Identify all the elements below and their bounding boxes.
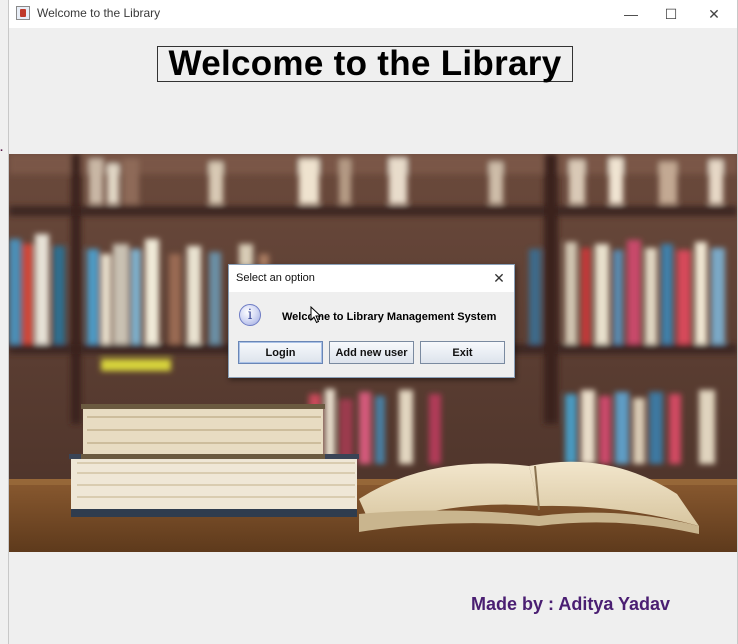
close-icon: ✕ — [708, 5, 720, 22]
exit-button[interactable]: Exit — [420, 341, 505, 364]
add-new-user-button[interactable]: Add new user — [329, 341, 414, 364]
heading-frame: Welcome to the Library — [157, 44, 573, 83]
maximize-icon: ☐ — [664, 5, 678, 22]
window-title: Welcome to the Library — [37, 6, 161, 20]
page-title: Welcome to the Library — [168, 44, 562, 83]
java-app-icon — [16, 6, 30, 20]
background-desktop-strip: . — [0, 0, 8, 644]
information-icon: i — [239, 304, 261, 326]
dialog-title-bar[interactable]: Select an option ✕ — [229, 265, 514, 292]
dialog-title: Select an option — [236, 272, 315, 284]
minimize-icon: — — [624, 6, 638, 22]
title-bar[interactable]: Welcome to the Library — ☐ ✕ — [9, 0, 737, 28]
minimize-button[interactable]: — — [609, 0, 653, 28]
login-button[interactable]: Login — [238, 341, 323, 364]
close-icon: ✕ — [493, 269, 505, 286]
author-credits: Made by : Aditya Yadav — [471, 594, 671, 614]
dialog-close-button[interactable]: ✕ — [490, 269, 508, 287]
select-option-dialog: Select an option ✕ i Welcome to Library … — [228, 264, 515, 378]
close-button[interactable]: ✕ — [692, 0, 736, 28]
mouse-cursor-icon — [310, 306, 322, 324]
maximize-button[interactable]: ☐ — [649, 0, 693, 28]
